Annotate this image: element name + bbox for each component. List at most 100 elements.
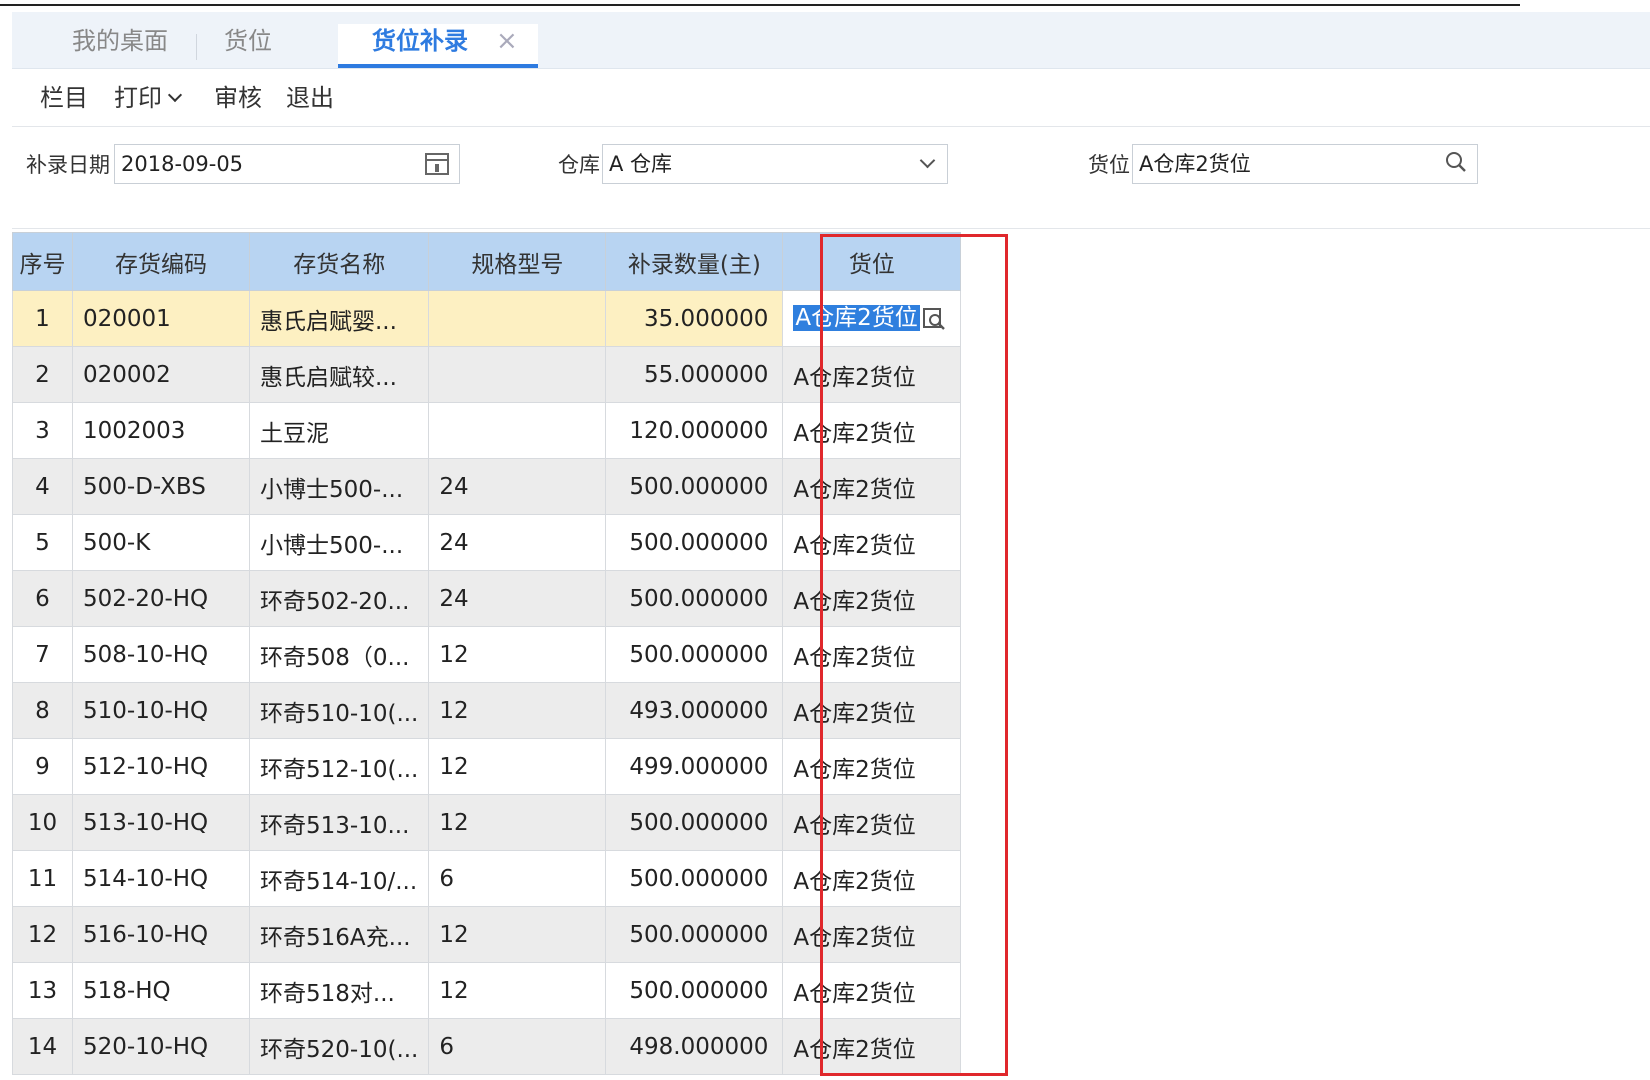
cell-name: 环奇520-10(... (248, 1018, 430, 1075)
cell-qty[interactable]: 500.000000 (605, 906, 784, 963)
print-button[interactable]: 打印 (114, 82, 183, 114)
location-field[interactable]: A仓库2货位 (1132, 144, 1478, 184)
cell-spec (428, 346, 607, 403)
column-header-location[interactable]: 货位 (782, 232, 962, 291)
cell-no: 4 (12, 458, 73, 515)
tab-location[interactable]: 货位 (224, 24, 272, 68)
column-header-qty[interactable]: 补录数量(主) (605, 232, 784, 291)
cell-loc[interactable]: A仓库2货位 (782, 626, 962, 683)
cell-loc[interactable]: A仓库2货位 (782, 850, 962, 907)
table-row[interactable]: 7 508-10-HQ 环奇508（0... 12 500.000000 A仓库2货位 (12, 626, 962, 683)
cell-qty[interactable]: 493.000000 (605, 682, 784, 739)
cell-code: 1002003 (72, 402, 250, 459)
table-row[interactable]: 4 500-D-XBS 小博士500-... 24 500.000000 A仓库2货位 (12, 458, 962, 515)
cell-name: 环奇513-10... (248, 794, 430, 851)
cell-name: 小博士500-... (248, 514, 430, 571)
audit-button[interactable]: 审核 (214, 82, 262, 114)
cell-no: 2 (12, 346, 73, 403)
location-editor[interactable]: A仓库2货位 (793, 292, 950, 346)
cell-spec: 24 (428, 570, 607, 627)
location-label: 货位 (1088, 153, 1130, 177)
date-field[interactable]: 2018-09-05 (114, 144, 460, 184)
table-row[interactable]: 12 516-10-HQ 环奇516A充... 12 500.000000 A仓库2货位 (12, 906, 962, 963)
column-header-name[interactable]: 存货名称 (248, 232, 430, 291)
data-grid: 序号 存货编码 存货名称 规格型号 补录数量(主) 货位 1 020001 惠氏启赋… (12, 232, 962, 1075)
print-label: 打印 (114, 84, 162, 112)
cell-code: 020002 (72, 346, 250, 403)
cell-qty[interactable]: 500.000000 (605, 794, 784, 851)
lookup-icon[interactable] (922, 307, 946, 331)
table-row[interactable]: 5 500-K 小博士500-... 24 500.000000 A仓库2货位 (12, 514, 962, 571)
divider (12, 228, 1650, 229)
table-row[interactable]: 8 510-10-HQ 环奇510-10(... 12 493.000000 A仓库2货位 (12, 682, 962, 739)
cell-code: 502-20-HQ (72, 570, 250, 627)
table-row[interactable]: 6 502-20-HQ 环奇502-20... 24 500.000000 A仓库2货位 (12, 570, 962, 627)
cell-qty[interactable]: 498.000000 (605, 1018, 784, 1075)
table-row[interactable]: 14 520-10-HQ 环奇520-10(... 6 498.000000 A仓库2货位 (12, 1018, 962, 1075)
columns-button[interactable]: 栏目 (40, 82, 88, 114)
cell-no: 10 (12, 794, 73, 851)
cell-code: 518-HQ (72, 962, 250, 1019)
warehouse-select[interactable]: A 仓库 (602, 144, 948, 184)
cell-loc[interactable]: A仓库2货位 (782, 570, 962, 627)
tab-location-supplement[interactable]: 货位补录 × (338, 24, 538, 68)
column-header-spec[interactable]: 规格型号 (428, 232, 607, 291)
exit-button[interactable]: 退出 (286, 82, 334, 114)
location-cell-value: A仓库2货位 (793, 305, 920, 331)
cell-qty[interactable]: 500.000000 (605, 626, 784, 683)
cell-qty[interactable]: 500.000000 (605, 850, 784, 907)
chevron-down-icon[interactable] (919, 152, 936, 169)
cell-loc[interactable]: A仓库2货位 (782, 682, 962, 739)
cell-qty[interactable]: 500.000000 (605, 570, 784, 627)
cell-qty[interactable]: 55.000000 (605, 346, 784, 403)
location-value: A仓库2货位 (1139, 152, 1251, 176)
cell-qty[interactable]: 120.000000 (605, 402, 784, 459)
cell-no: 1 (12, 290, 73, 347)
cell-no: 6 (12, 570, 73, 627)
cell-no: 9 (12, 738, 73, 795)
cell-qty[interactable]: 500.000000 (605, 458, 784, 515)
cell-qty[interactable]: 500.000000 (605, 514, 784, 571)
table-row[interactable]: 3 1002003 土豆泥 120.000000 A仓库2货位 (12, 402, 962, 459)
cell-qty[interactable]: 499.000000 (605, 738, 784, 795)
cell-code: 513-10-HQ (72, 794, 250, 851)
cell-loc[interactable]: A仓库2货位 (782, 1018, 962, 1075)
cell-loc[interactable]: A仓库2货位 (782, 346, 962, 403)
cell-code: 500-D-XBS (72, 458, 250, 515)
cell-qty[interactable]: 500.000000 (605, 962, 784, 1019)
cell-loc[interactable]: A仓库2货位 (782, 514, 962, 571)
column-header-no[interactable]: 序号 (12, 232, 73, 291)
cell-loc[interactable]: A仓库2货位 (782, 794, 962, 851)
close-icon[interactable]: × (496, 24, 518, 58)
cell-no: 8 (12, 682, 73, 739)
table-row[interactable]: 9 512-10-HQ 环奇512-10(... 12 499.000000 A仓库2货位 (12, 738, 962, 795)
calendar-icon[interactable] (425, 153, 449, 175)
cell-loc[interactable]: A仓库2货位 (782, 738, 962, 795)
cell-no: 7 (12, 626, 73, 683)
tab-divider (196, 34, 197, 60)
cell-name: 环奇508（0... (248, 626, 430, 683)
tab-desktop[interactable]: 我的桌面 (72, 24, 168, 68)
cell-spec: 12 (428, 682, 607, 739)
cell-loc[interactable]: A仓库2货位 (782, 906, 962, 963)
table-row[interactable]: 13 518-HQ 环奇518对... 12 500.000000 A仓库2货位 (12, 962, 962, 1019)
cell-spec: 6 (428, 850, 607, 907)
cell-qty[interactable]: 35.000000 (605, 290, 784, 347)
table-row[interactable]: 2 020002 惠氏启赋较... 55.000000 A仓库2货位 (12, 346, 962, 403)
cell-loc[interactable]: A仓库2货位 (782, 458, 962, 515)
cell-spec: 12 (428, 626, 607, 683)
table-row[interactable]: 11 514-10-HQ 环奇514-10/... 6 500.000000 A仓库2货位 (12, 850, 962, 907)
cell-no: 12 (12, 906, 73, 963)
cell-name: 环奇514-10/... (248, 850, 430, 907)
cell-loc[interactable]: A仓库2货位 (782, 290, 962, 347)
toolbar: 栏目 打印 审核 退出 (12, 70, 1650, 127)
top-border-line (0, 4, 1520, 6)
column-header-code[interactable]: 存货编码 (72, 232, 250, 291)
table-row[interactable]: 10 513-10-HQ 环奇513-10... 12 500.000000 A仓库2货位 (12, 794, 962, 851)
cell-name: 惠氏启赋较... (248, 346, 430, 403)
cell-loc[interactable]: A仓库2货位 (782, 962, 962, 1019)
cell-loc[interactable]: A仓库2货位 (782, 402, 962, 459)
cell-name: 土豆泥 (248, 402, 430, 459)
table-row[interactable]: 1 020001 惠氏启赋婴... 35.000000 A仓库2货位 (12, 290, 962, 347)
search-icon[interactable] (1445, 151, 1467, 173)
